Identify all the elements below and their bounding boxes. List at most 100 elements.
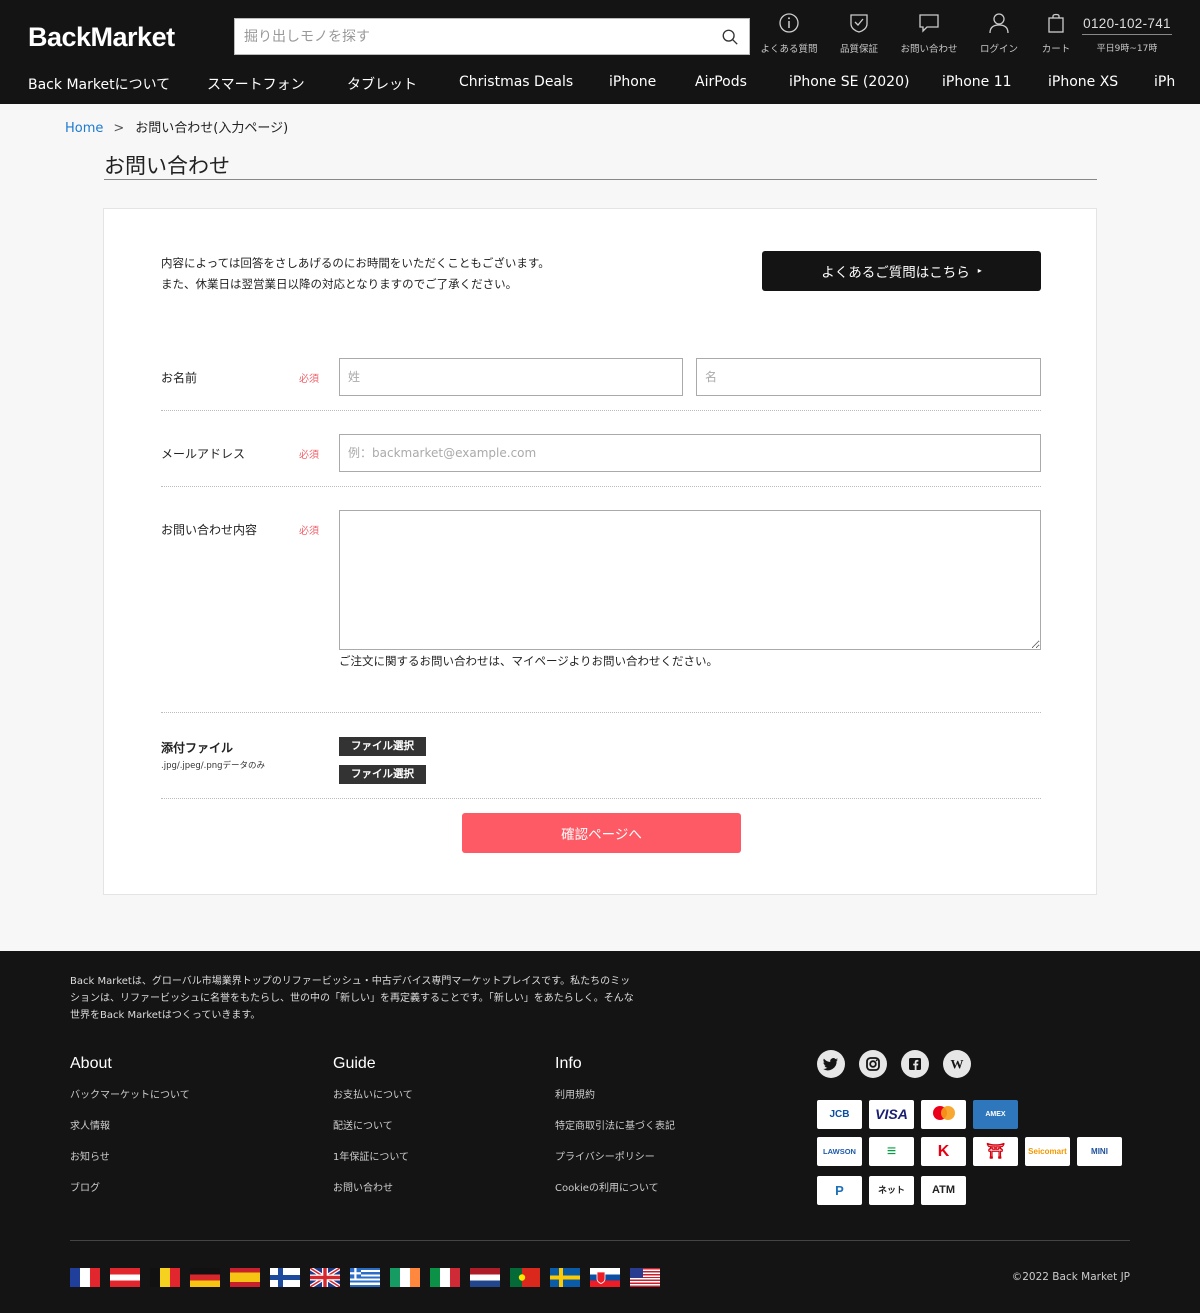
usa-flag-icon[interactable] bbox=[630, 1268, 660, 1287]
mastercard-payment-icon bbox=[921, 1100, 966, 1129]
footer-link-warranty[interactable]: 1年保証について bbox=[333, 1148, 409, 1163]
austria-flag-icon[interactable] bbox=[110, 1268, 140, 1287]
uk-flag-icon[interactable] bbox=[310, 1268, 340, 1287]
jcb-label: JCB bbox=[829, 1109, 850, 1120]
footer-link-payment[interactable]: お支払いについて bbox=[333, 1086, 413, 1101]
instagram-icon[interactable] bbox=[859, 1050, 887, 1078]
nav-item-airpods[interactable]: AirPods bbox=[695, 74, 747, 90]
finland-cross-icon bbox=[270, 1268, 300, 1287]
shield-check-icon bbox=[850, 14, 868, 33]
facebook-f-icon bbox=[909, 1058, 921, 1070]
last-name-input[interactable] bbox=[339, 358, 683, 396]
search-input[interactable] bbox=[235, 19, 705, 54]
back-market-logo[interactable]: BackMarket bbox=[28, 22, 175, 53]
email-required-badge: 必須 bbox=[299, 450, 319, 461]
visa-label: VISA bbox=[875, 1106, 908, 1122]
amex-payment-icon: AMEX bbox=[973, 1100, 1018, 1129]
nav-item-iphone-11[interactable]: iPhone 11 bbox=[942, 74, 1012, 90]
intro-line-1: 内容によっては回答をさしあげるのにお時間をいただくこともございます。 bbox=[161, 256, 550, 270]
breadcrumb-home-link[interactable]: Home bbox=[65, 121, 103, 136]
netherlands-flag-icon[interactable] bbox=[470, 1268, 500, 1287]
confirm-submit-button[interactable]: 確認ページへ bbox=[462, 813, 741, 853]
seicomart-payment-icon: Seicomart bbox=[1025, 1137, 1070, 1166]
payeasy-payment-icon: P bbox=[817, 1176, 862, 1205]
contact-form-card: 内容によっては回答をさしあげるのにお時間をいただくこともございます。 また、休業… bbox=[103, 208, 1097, 895]
usa-canton-icon bbox=[630, 1268, 643, 1278]
footer-link-news[interactable]: お知らせ bbox=[70, 1148, 110, 1163]
uk-union-icon bbox=[310, 1268, 340, 1287]
svg-text:W: W bbox=[951, 1057, 964, 1072]
nav-item-christmas-deals[interactable]: Christmas Deals bbox=[459, 74, 573, 90]
footer-link-commerce-law[interactable]: 特定商取引法に基づく表記 bbox=[555, 1117, 675, 1132]
germany-flag-icon[interactable] bbox=[190, 1268, 220, 1287]
search-icon[interactable] bbox=[721, 28, 739, 46]
atm-payment-icon: ATM bbox=[921, 1176, 966, 1205]
faq-link[interactable]: よくある質問 bbox=[754, 12, 824, 62]
footer-link-cookies[interactable]: Cookieの利用について bbox=[555, 1179, 659, 1194]
copyright: ©2022 Back Market JP bbox=[1011, 1271, 1130, 1283]
caret-right-icon: ▸ bbox=[977, 266, 982, 275]
belgium-flag-icon[interactable] bbox=[150, 1268, 180, 1287]
ministop-payment-icon: MINI bbox=[1077, 1137, 1122, 1166]
nav-item-iphone[interactable]: iPhone bbox=[609, 74, 656, 90]
wikipedia-icon[interactable]: W bbox=[943, 1050, 971, 1078]
nav-item-iphone-xs[interactable]: iPhone XS bbox=[1048, 74, 1118, 90]
contact-link-label: お問い合わせ bbox=[900, 44, 958, 55]
page-title: お問い合わせ bbox=[104, 154, 230, 178]
file-select-button-2[interactable]: ファイル選択 bbox=[339, 765, 426, 784]
nav-item-iphone-more[interactable]: iPh bbox=[1154, 74, 1175, 90]
footer-info-heading: Info bbox=[555, 1055, 582, 1072]
mastercard-circles-icon bbox=[933, 1106, 955, 1120]
sweden-flag-icon[interactable] bbox=[550, 1268, 580, 1287]
footer-link-blog[interactable]: ブログ bbox=[70, 1179, 100, 1194]
row-divider bbox=[161, 798, 1041, 799]
footer-link-shipping[interactable]: 配送について bbox=[333, 1117, 393, 1132]
footer-link-terms[interactable]: 利用規約 bbox=[555, 1086, 595, 1101]
ministop-like-label: ⛩ bbox=[985, 1143, 1006, 1160]
nav-item-tablet[interactable]: タブレット bbox=[347, 74, 417, 94]
quality-link[interactable]: 品質保証 bbox=[824, 12, 894, 62]
portugal-flag-icon[interactable] bbox=[510, 1268, 540, 1287]
slovakia-flag-icon[interactable] bbox=[590, 1268, 620, 1287]
finland-flag-icon[interactable] bbox=[270, 1268, 300, 1287]
faq-button[interactable]: よくあるご質問はこちら ▸ bbox=[762, 251, 1041, 291]
familymart-label: ≡ bbox=[886, 1143, 897, 1160]
footer-link-jobs[interactable]: 求人情報 bbox=[70, 1117, 110, 1132]
name-required-badge: 必須 bbox=[299, 374, 319, 385]
phone-number[interactable]: 0120-102-741 bbox=[1082, 16, 1172, 35]
seicomart-label: Seicomart bbox=[1028, 1147, 1067, 1156]
facebook-icon[interactable] bbox=[901, 1050, 929, 1078]
nav-item-iphone-se-2020[interactable]: iPhone SE (2020) bbox=[789, 74, 909, 90]
email-input[interactable] bbox=[339, 434, 1041, 472]
name-label: お名前 bbox=[161, 371, 198, 385]
breadcrumb-current: お問い合わせ(入力ページ) bbox=[135, 121, 289, 136]
jcb-payment-icon: JCB bbox=[817, 1100, 862, 1129]
greece-flag-icon[interactable] bbox=[350, 1268, 380, 1287]
ministop-like-payment-icon: ⛩ bbox=[973, 1137, 1018, 1166]
phone-support[interactable]: 0120-102-741 平日9時~17時 bbox=[1082, 16, 1172, 54]
footer-divider bbox=[70, 1240, 1130, 1241]
footer-guide-heading: Guide bbox=[333, 1055, 376, 1072]
message-textarea[interactable] bbox=[339, 510, 1041, 650]
nav-item-about[interactable]: Back Marketについて bbox=[28, 74, 170, 94]
footer-link-about-backmarket[interactable]: バックマーケットについて bbox=[70, 1086, 190, 1101]
form-intro: 内容によっては回答をさしあげるのにお時間をいただくこともございます。 また、休業… bbox=[161, 253, 550, 295]
first-name-input[interactable] bbox=[696, 358, 1041, 396]
ireland-flag-icon[interactable] bbox=[390, 1268, 420, 1287]
search-bar[interactable] bbox=[234, 18, 750, 55]
file-select-button-1[interactable]: ファイル選択 bbox=[339, 737, 426, 756]
footer-link-privacy[interactable]: プライバシーポリシー bbox=[555, 1148, 655, 1163]
netbank-label: ネット bbox=[877, 1185, 905, 1195]
nav-item-smartphone[interactable]: スマートフォン bbox=[207, 74, 305, 94]
info-circle-icon bbox=[779, 13, 799, 33]
italy-flag-icon[interactable] bbox=[430, 1268, 460, 1287]
slovakia-emblem-icon bbox=[596, 1271, 606, 1284]
contact-link[interactable]: お問い合わせ bbox=[894, 12, 964, 62]
spain-flag-icon[interactable] bbox=[230, 1268, 260, 1287]
row-divider bbox=[161, 486, 1041, 487]
france-flag-icon[interactable] bbox=[70, 1268, 100, 1287]
footer-link-contact[interactable]: お問い合わせ bbox=[333, 1179, 393, 1194]
twitter-icon[interactable] bbox=[817, 1050, 845, 1078]
message-required-badge: 必須 bbox=[299, 526, 319, 537]
cart-link[interactable]: カート bbox=[1021, 12, 1091, 62]
